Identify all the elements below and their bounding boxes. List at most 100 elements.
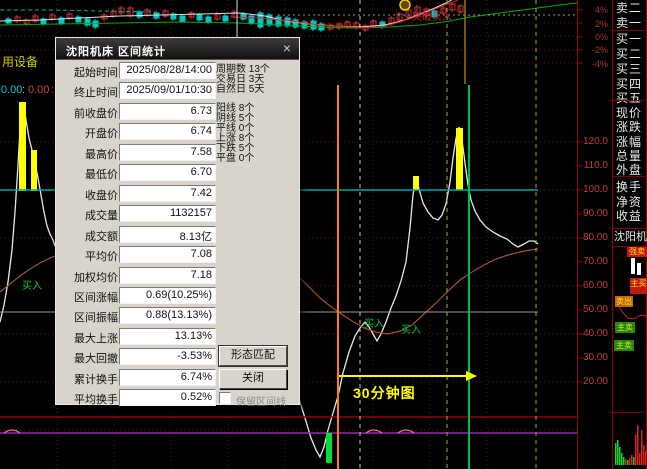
dialog-field-label: 加权均价	[58, 269, 118, 285]
quote-row-收益: 收益	[616, 210, 642, 222]
keep-interval-lines-checkbox[interactable]	[219, 392, 231, 404]
dialog-field-value[interactable]: 0.52%	[119, 389, 216, 406]
price-axis-label: 100.0	[578, 185, 608, 195]
mini-volume-bar	[619, 447, 621, 465]
dialog-field-value[interactable]: 6.74	[119, 123, 216, 140]
dialog-field-value[interactable]: 2025/09/01/10:30	[119, 82, 216, 99]
price-axis-label: 90.00	[578, 209, 608, 219]
quote-separator	[613, 246, 647, 247]
quote-row-净资: 净资	[616, 196, 642, 208]
dialog-field-label: 平均换手	[58, 391, 118, 407]
quote-row-卖二: 卖二	[616, 2, 642, 14]
candle-body	[311, 21, 316, 29]
dialog-field-value[interactable]: -3.53%	[119, 348, 216, 365]
price-axis-label: 120.0	[578, 137, 608, 147]
candle-body	[93, 21, 98, 27]
dialog-stat: 自然日 5天	[216, 80, 298, 95]
mini-volume-bar	[621, 453, 623, 465]
dialog-field-value[interactable]: 13.13%	[119, 328, 216, 345]
percent-axis-label: 0%	[580, 33, 608, 42]
quote-row-买三: 买三	[616, 63, 642, 75]
timeframe-annotation: 30分钟图	[353, 386, 416, 400]
indicator-colon-1: :	[22, 85, 25, 96]
percent-axis-label: -4%	[580, 60, 608, 69]
mini-volume-bar	[637, 425, 639, 465]
dialog-field-value[interactable]: 6.74%	[119, 369, 216, 386]
dialog-title: 沈阳机床 区间统计	[66, 43, 166, 59]
price-axis-label: 50.00	[578, 305, 608, 315]
percent-axis-label: 2%	[580, 20, 608, 29]
dialog-field-label: 起始时间	[58, 64, 118, 80]
candle-body	[241, 14, 246, 19]
dialog-field-value[interactable]: 0.69(10.25%)	[119, 287, 216, 304]
dialog-field-value[interactable]: 6.73	[119, 103, 216, 120]
quote-signal-badge: 主卖	[615, 322, 635, 333]
dialog-field-label: 最高价	[58, 146, 118, 162]
buy-signal-text: 突破买入	[412, 13, 452, 23]
signal-bar	[31, 150, 37, 191]
indicator-colon-2: :	[51, 85, 54, 96]
quote-separator	[613, 412, 647, 413]
interval-statistics-dialog: 沈阳机床 区间统计 × 起始时间2025/08/28/14:00终止时间2025…	[55, 37, 300, 405]
dialog-field-value[interactable]: 2025/08/28/14:00	[119, 62, 216, 79]
dialog-field-label: 成交额	[58, 228, 118, 244]
keep-interval-lines-label: 保留区间线	[236, 393, 286, 408]
dialog-field-label: 最大上涨	[58, 330, 118, 346]
dialog-field-label: 开盘价	[58, 125, 118, 141]
dialog-field-label: 区间涨幅	[58, 289, 118, 305]
mini-volume-bar	[639, 453, 641, 465]
candle-body	[206, 17, 211, 22]
quote-separator	[613, 228, 647, 229]
buy-marker-1: 买入	[364, 320, 384, 330]
dialog-field-label: 收盘价	[58, 187, 118, 203]
quote-separator	[613, 176, 647, 177]
dialog-field-value[interactable]: 7.18	[119, 267, 216, 284]
pattern-match-button[interactable]: 形态匹配	[219, 346, 287, 366]
quote-signal-badge: 主买	[630, 278, 647, 294]
price-axis-label: 110.0	[578, 161, 608, 171]
close-button[interactable]: 关闭	[219, 369, 287, 389]
quote-separator	[613, 100, 647, 101]
close-icon[interactable]: ×	[283, 40, 291, 56]
price-axis-label: 40.00	[578, 329, 608, 339]
dialog-field-value[interactable]: 8.13亿	[119, 226, 216, 243]
sector-label: 用设备	[2, 56, 38, 68]
dialog-field-value[interactable]: 7.42	[119, 185, 216, 202]
dialog-field-value[interactable]: 1132157	[119, 205, 216, 222]
quote-row-买五: 买五	[616, 92, 642, 104]
signal-bar	[456, 128, 463, 190]
quote-row-卖一: 卖一	[616, 17, 642, 29]
dialog-field-value[interactable]: 7.08	[119, 246, 216, 263]
candle-body	[137, 12, 142, 17]
signal-bar	[413, 176, 419, 190]
mini-volume-bar	[635, 435, 637, 465]
chart-right-border	[577, 0, 578, 469]
dialog-field-label: 终止时间	[58, 84, 118, 100]
candle-body	[85, 19, 90, 25]
mini-volume-bar	[625, 459, 627, 465]
dialog-field-label: 最大回撤	[58, 350, 118, 366]
quote-signal-badge: 强卖	[627, 246, 647, 257]
dialog-field-value[interactable]: 0.88(13.13%)	[119, 307, 216, 324]
quote-row-总量: 总量	[616, 150, 642, 162]
ma-line	[0, 10, 155, 12]
candle-body	[223, 16, 228, 21]
green-volume-bar	[326, 433, 332, 463]
dialog-field-value[interactable]: 7.58	[119, 144, 216, 161]
mini-candle	[631, 258, 635, 274]
dialog-field-label: 最低价	[58, 166, 118, 182]
dialog-field-value[interactable]: 6.70	[119, 164, 216, 181]
quote-separator	[613, 30, 647, 31]
price-axis-label: 20.00	[578, 377, 608, 387]
dialog-field-label: 平均价	[58, 248, 118, 264]
quote-row-买四: 买四	[616, 78, 642, 90]
percent-axis-label: 6%	[580, 0, 608, 2]
dialog-title-bar[interactable]: 沈阳机床 区间统计 ×	[56, 38, 299, 60]
quote-stock-name: 沈阳机	[614, 232, 647, 243]
dialog-field-label: 区间振幅	[58, 309, 118, 325]
mini-volume-bar	[617, 440, 619, 465]
signal-bar	[19, 102, 26, 191]
price-axis-label: 70.00	[578, 257, 608, 267]
dialog-field-label: 成交量	[58, 207, 118, 223]
mini-volume-bar	[615, 443, 617, 465]
